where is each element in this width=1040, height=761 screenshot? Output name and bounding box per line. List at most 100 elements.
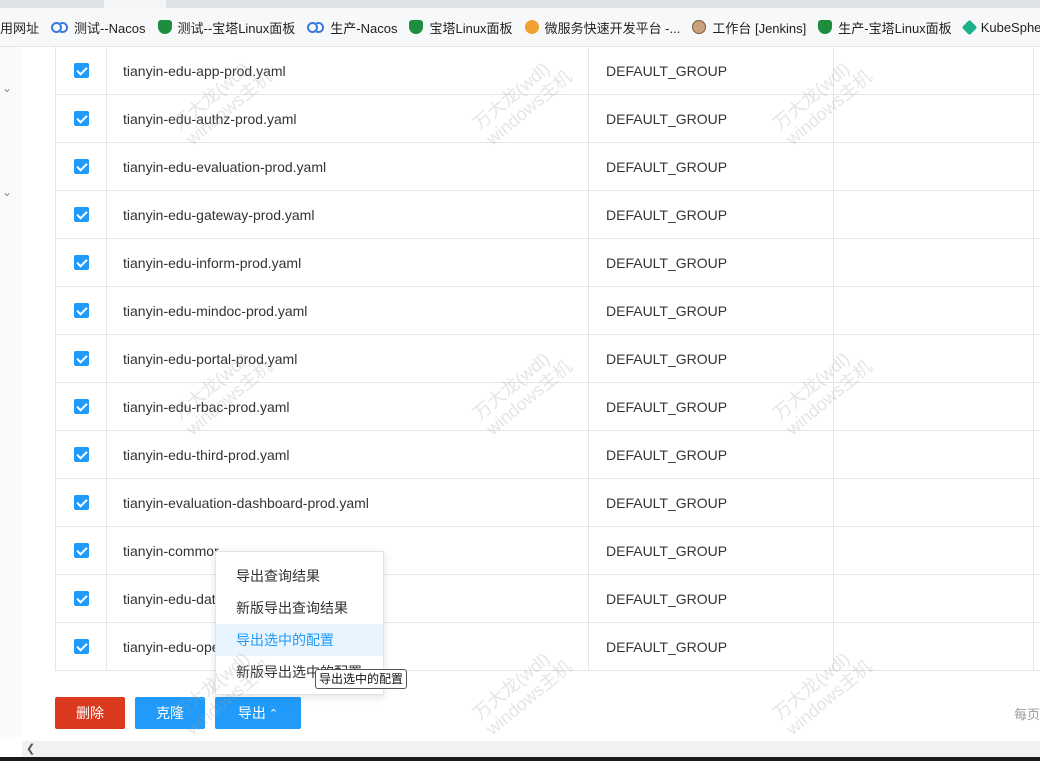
shield-icon (157, 20, 172, 34)
table-row: tianyin-edu-data DEFAULT_GROUP (56, 575, 1040, 623)
bookmark-item-9[interactable]: KubeSphere (961, 19, 1040, 35)
sidebar-edge: ⌄ ⌄ (0, 47, 23, 737)
page-size-label: 每页 (1014, 707, 1040, 722)
chevron-down-icon[interactable]: ⌄ (0, 81, 14, 95)
row-checkbox[interactable] (73, 351, 89, 366)
group-cell: DEFAULT_GROUP (590, 191, 834, 238)
clone-button[interactable]: 克隆 (135, 697, 205, 729)
active-tab[interactable] (104, 0, 166, 8)
bookmark-item-5[interactable]: 宝塔Linux面板 (409, 18, 513, 37)
data-id-cell: tianyin-edu-inform-prod.yaml (107, 239, 589, 286)
taskbar-edge (0, 757, 1040, 761)
horizontal-scrollbar[interactable]: ❮ (22, 741, 1040, 757)
data-id-cell: tianyin-edu-third-prod.yaml (107, 431, 589, 478)
menu-item-export-selected[interactable]: 导出选中的配置 (216, 624, 383, 656)
data-id-cell: tianyin-edu-app-prod.yaml (107, 47, 589, 94)
row-checkbox[interactable] (73, 399, 89, 414)
shield-icon (409, 20, 424, 34)
bookmark-label: 用网址 (0, 20, 40, 36)
table-row: tianyin-edu-rbac-prod.yaml DEFAULT_GROUP (56, 383, 1040, 431)
app-cell (835, 47, 1034, 94)
table-row: tianyin-edu-app-prod.yaml DEFAULT_GROUP (56, 47, 1040, 95)
data-id-cell: tianyin-evaluation-dashboard-prod.yaml (107, 479, 589, 526)
chevron-down-icon[interactable]: ⌄ (0, 185, 14, 199)
app-cell (835, 479, 1034, 526)
config-list-panel: tianyin-edu-app-prod.yaml DEFAULT_GROUP t… (22, 47, 1040, 737)
app-cell (835, 575, 1034, 622)
browser-tab-strip (0, 0, 1040, 8)
app-cell (835, 95, 1034, 142)
group-cell: DEFAULT_GROUP (590, 383, 834, 430)
group-cell: DEFAULT_GROUP (590, 47, 834, 94)
table-row: tianyin-edu-gateway-prod.yaml DEFAULT_GRO… (56, 191, 1040, 239)
table-row: tianyin-edu-evaluation-prod.yaml DEFAULT_… (56, 143, 1040, 191)
app-cell (835, 527, 1034, 574)
tooltip: 导出选中的配置 (315, 669, 408, 689)
bookmark-label: 测试--宝塔Linux面板 (177, 20, 296, 36)
bookmarks-bar: 用网址 测试--Nacos 测试--宝塔Linux面板 生产-Nacos 宝塔L… (0, 8, 1040, 47)
bookmark-item-6[interactable]: 微服务快速开发平台 -... (524, 18, 681, 37)
export-button[interactable]: 导出 ⌃ (215, 697, 301, 729)
bookmark-item-8[interactable]: 生产-宝塔Linux面板 (818, 18, 952, 37)
data-id-cell: tianyin-edu-rbac-prod.yaml (107, 383, 589, 430)
bookmark-label: 生产-Nacos (330, 20, 398, 36)
table-row: tianyin-edu-portal-prod.yaml DEFAULT_GROU… (56, 335, 1040, 383)
shield-icon (818, 20, 833, 34)
group-cell: DEFAULT_GROUP (590, 95, 834, 142)
group-cell: DEFAULT_GROUP (590, 527, 834, 574)
group-cell: DEFAULT_GROUP (590, 431, 834, 478)
config-table: tianyin-edu-app-prod.yaml DEFAULT_GROUP t… (55, 47, 1040, 671)
bookmark-item-2[interactable]: 测试--Nacos (51, 18, 146, 37)
row-checkbox[interactable] (73, 111, 89, 126)
bookmark-label: 测试--Nacos (74, 20, 146, 36)
app-cell (835, 143, 1034, 190)
app-cell (835, 191, 1034, 238)
row-checkbox[interactable] (73, 639, 89, 654)
table-row: tianyin-edu-ope DEFAULT_GROUP (56, 623, 1040, 671)
bookmark-label: KubeSphere (980, 19, 1040, 35)
row-checkbox[interactable] (73, 495, 89, 510)
data-id-cell: tianyin-edu-mindoc-prod.yaml (107, 287, 589, 334)
chevron-up-icon: ⌃ (268, 707, 279, 720)
app-cell (835, 383, 1034, 430)
app-cell (835, 335, 1034, 382)
row-checkbox[interactable] (73, 303, 89, 318)
row-checkbox[interactable] (73, 447, 89, 462)
data-id-cell: tianyin-edu-gateway-prod.yaml (107, 191, 589, 238)
row-checkbox[interactable] (73, 543, 89, 558)
table-row: tianyin-evaluation-dashboard-prod.yaml DE… (56, 479, 1040, 527)
bookmark-item-1[interactable]: 用网址 (0, 18, 39, 37)
row-checkbox[interactable] (73, 207, 89, 222)
group-cell: DEFAULT_GROUP (590, 623, 834, 670)
table-row: tianyin-edu-authz-prod.yaml DEFAULT_GROUP (56, 95, 1040, 143)
kubesphere-icon (961, 19, 977, 35)
bookmark-label: 微服务快速开发平台 -... (544, 20, 681, 36)
app-icon (524, 20, 539, 34)
infinity-icon (307, 21, 319, 33)
group-cell: DEFAULT_GROUP (590, 287, 834, 334)
data-id-cell: tianyin-edu-portal-prod.yaml (107, 335, 589, 382)
chevron-left-icon[interactable]: ❮ (26, 741, 35, 757)
table-row: tianyin-edu-third-prod.yaml DEFAULT_GROUP (56, 431, 1040, 479)
menu-item-export-query-results[interactable]: 导出查询结果 (216, 560, 383, 592)
delete-button[interactable]: 删除 (55, 697, 125, 729)
table-row: tianyin-commor DEFAULT_GROUP (56, 527, 1040, 575)
group-cell: DEFAULT_GROUP (590, 143, 834, 190)
row-checkbox[interactable] (73, 591, 89, 606)
group-cell: DEFAULT_GROUP (590, 335, 834, 382)
infinity-icon (51, 21, 63, 33)
app-cell (835, 623, 1034, 670)
app-cell (835, 287, 1034, 334)
jenkins-icon (692, 20, 707, 34)
row-checkbox[interactable] (73, 159, 89, 174)
menu-item-new-export-query-results[interactable]: 新版导出查询结果 (216, 592, 383, 624)
row-checkbox[interactable] (73, 63, 89, 78)
app-cell (835, 431, 1034, 478)
bookmark-label: 宝塔Linux面板 (429, 20, 513, 36)
bookmark-label: 工作台 [Jenkins] (712, 20, 807, 36)
bookmark-item-7[interactable]: 工作台 [Jenkins] (692, 18, 806, 37)
bookmark-item-3[interactable]: 测试--宝塔Linux面板 (157, 18, 296, 37)
row-checkbox[interactable] (73, 255, 89, 270)
data-id-cell: tianyin-edu-authz-prod.yaml (107, 95, 589, 142)
bookmark-item-4[interactable]: 生产-Nacos (307, 18, 397, 37)
